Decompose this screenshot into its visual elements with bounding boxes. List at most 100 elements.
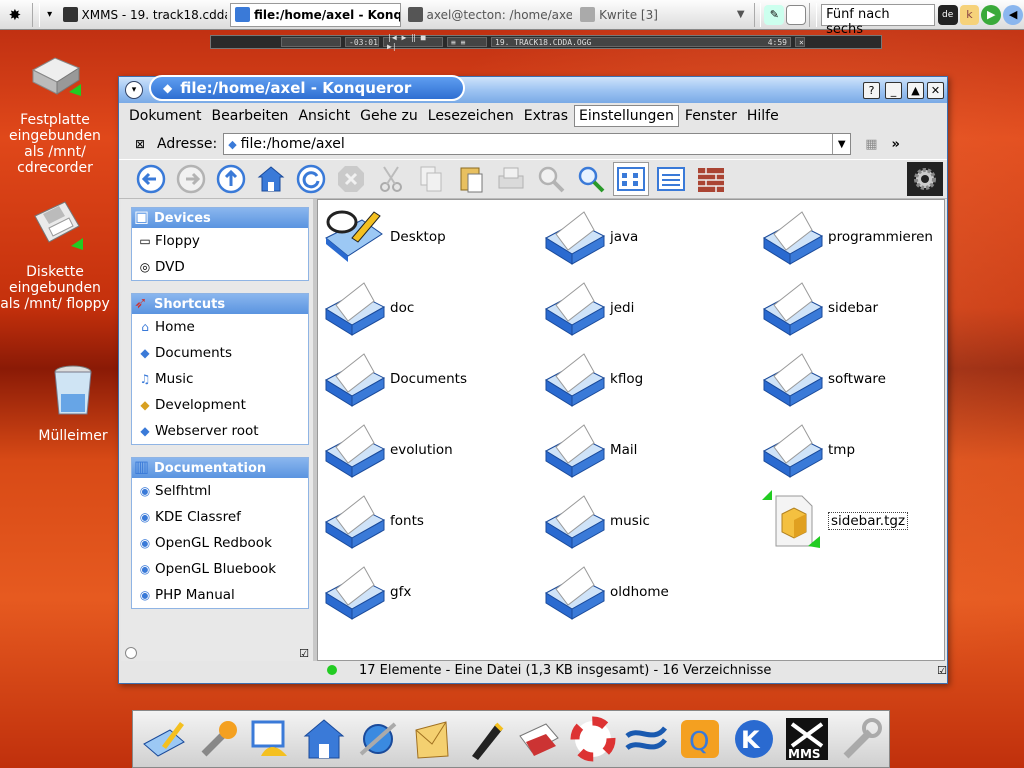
dock-launcher[interactable]: K: [728, 713, 780, 765]
menu-dokument[interactable]: Dokument: [125, 106, 206, 126]
window-menu-icon[interactable]: ▾: [125, 81, 143, 99]
task-terminal[interactable]: axel@tecton: /home/axel: [403, 3, 574, 27]
task-konqueror[interactable]: file:/home/axel - Konque: [230, 2, 401, 27]
reload-button[interactable]: [293, 162, 329, 196]
xmms-volume-slider[interactable]: [281, 37, 341, 47]
volume-icon[interactable]: ◀: [1003, 4, 1023, 25]
menu-gehe-zu[interactable]: Gehe zu: [356, 106, 422, 126]
dock-launcher[interactable]: [620, 713, 672, 765]
dock-launcher[interactable]: [567, 713, 619, 765]
sidebar-item-documents[interactable]: ◆ Documents: [132, 340, 308, 366]
icon-view-button[interactable]: [613, 162, 649, 196]
file-item[interactable]: gfx: [322, 559, 411, 625]
dock-launcher[interactable]: [298, 713, 350, 765]
menu-ansicht[interactable]: Ansicht: [294, 106, 354, 126]
xmms-controls[interactable]: |◀ ▶ ‖ ■ ▶|: [383, 33, 443, 51]
file-item[interactable]: sidebar.tgz: [760, 488, 909, 554]
file-item[interactable]: Desktop: [322, 204, 446, 270]
file-item[interactable]: tmp: [760, 417, 855, 483]
k-menu-icon[interactable]: ✸: [0, 1, 30, 29]
menu-einstellungen[interactable]: Einstellungen: [574, 105, 679, 127]
title-bar[interactable]: ▾ ◆ file:/home/axel - Konqueror ? _ ▲ ✕: [119, 75, 947, 103]
chevron-down-icon[interactable]: ▼: [737, 9, 745, 20]
file-item[interactable]: Documents: [322, 346, 467, 412]
task-kwrite[interactable]: Kwrite [3] ▼: [575, 3, 749, 27]
dock-launcher[interactable]: [137, 713, 189, 765]
xmms-close-icon[interactable]: ×: [795, 37, 805, 47]
dock-launcher[interactable]: [244, 713, 296, 765]
menu-hilfe[interactable]: Hilfe: [743, 106, 783, 126]
file-item[interactable]: kflog: [542, 346, 643, 412]
copy-button[interactable]: [413, 162, 449, 196]
help-icon[interactable]: ?: [863, 82, 880, 99]
stop-button[interactable]: [333, 162, 369, 196]
firewall-button[interactable]: [693, 162, 729, 196]
file-item[interactable]: jedi: [542, 275, 634, 341]
sidebar-item-music[interactable]: ♫ Music: [132, 366, 308, 392]
file-item[interactable]: music: [542, 488, 650, 554]
home-button[interactable]: [253, 162, 289, 196]
dock-launcher[interactable]: MMS: [782, 713, 834, 765]
link-view-checkbox[interactable]: ☑: [937, 664, 947, 677]
address-input[interactable]: ◆ file:/home/axel ▼: [223, 133, 852, 155]
file-item[interactable]: evolution: [322, 417, 453, 483]
dock-launcher[interactable]: [835, 713, 887, 765]
file-item[interactable]: software: [760, 346, 886, 412]
file-item[interactable]: programmieren: [760, 204, 933, 270]
task-xmms[interactable]: XMMS - 19. track18.cdda.o: [58, 3, 229, 27]
keyboard-layout-icon[interactable]: de: [937, 4, 958, 25]
list-view-button[interactable]: [653, 162, 689, 196]
sidebar-item-opengl-redbook[interactable]: ◉ OpenGL Redbook: [132, 530, 308, 556]
menu-extras[interactable]: Extras: [520, 106, 572, 126]
menu-fenster[interactable]: Fenster: [681, 106, 741, 126]
dock-launcher[interactable]: [191, 713, 243, 765]
dock-launcher[interactable]: [352, 713, 404, 765]
xmms-eq-button[interactable]: ≡ ≡: [447, 37, 487, 47]
paste-button[interactable]: [453, 162, 489, 196]
sidebar-item-floppy[interactable]: ▭ Floppy: [132, 228, 308, 254]
clock-text[interactable]: Fünf nach sechs: [821, 3, 935, 37]
sidebar-item-home[interactable]: ⌂ Home: [132, 314, 308, 340]
sidebar-group-header[interactable]: ➶ Shortcuts: [132, 293, 308, 314]
desktop-icon-harddisk[interactable]: Festplatte eingebunden als /mnt/ cdrecor…: [0, 44, 110, 176]
sidebar-item-php-manual[interactable]: ◉ PHP Manual: [132, 582, 308, 608]
sidebar-item-selfhtml[interactable]: ◉ Selfhtml: [132, 478, 308, 504]
sidebar-group-header[interactable]: ▥ Documentation: [132, 457, 308, 478]
more-icon[interactable]: »: [892, 137, 900, 152]
file-view[interactable]: Desktop java programmieren doc jedi sidebar Do…: [317, 199, 945, 661]
maximize-icon[interactable]: ▲: [907, 82, 924, 99]
file-item[interactable]: oldhome: [542, 559, 669, 625]
activity-button[interactable]: [907, 162, 943, 196]
file-item[interactable]: fonts: [322, 488, 424, 554]
menu-bearbeiten[interactable]: Bearbeiten: [208, 106, 293, 126]
zoom-in-button[interactable]: [533, 162, 569, 196]
sidebar-item-webserver[interactable]: ◆ Webserver root: [132, 418, 308, 444]
close-icon[interactable]: ✕: [927, 82, 944, 99]
desktop-icon-floppy[interactable]: Diskette eingebunden als /mnt/ floppy: [0, 196, 110, 312]
desktop-icon-trash[interactable]: Mülleimer: [18, 360, 128, 444]
sidebar-item-opengl-bluebook[interactable]: ◉ OpenGL Bluebook: [132, 556, 308, 582]
dock-launcher[interactable]: [459, 713, 511, 765]
minimize-icon[interactable]: _: [885, 82, 902, 99]
dock-launcher[interactable]: [513, 713, 565, 765]
file-item[interactable]: java: [542, 204, 638, 270]
up-button[interactable]: [213, 162, 249, 196]
print-button[interactable]: [493, 162, 529, 196]
kdict-icon[interactable]: k: [959, 4, 980, 25]
sidebar-item-kde-classref[interactable]: ◉ KDE Classref: [132, 504, 308, 530]
sidebar-item-development[interactable]: ◆ Development: [132, 392, 308, 418]
dock-launcher[interactable]: [406, 713, 458, 765]
dock-launcher[interactable]: Q: [674, 713, 726, 765]
cut-button[interactable]: [373, 162, 409, 196]
file-item[interactable]: doc: [322, 275, 414, 341]
pen-icon[interactable]: ✎: [764, 4, 785, 25]
go-icon[interactable]: ▦: [865, 137, 877, 152]
clipboard-icon[interactable]: [786, 4, 807, 25]
file-item[interactable]: sidebar: [760, 275, 878, 341]
sidebar-item-dvd[interactable]: ◎ DVD: [132, 254, 308, 280]
play-icon[interactable]: ▶: [981, 4, 1002, 25]
xmms-player-bar[interactable]: -03:01 |◀ ▶ ‖ ■ ▶| ≡ ≡ 19. TRACK18.CDDA.…: [210, 33, 882, 51]
sidebar-group-header[interactable]: ▣ Devices: [132, 207, 308, 228]
sidebar-link-checkbox[interactable]: ☑: [299, 647, 309, 660]
menu-lesezeichen[interactable]: Lesezeichen: [424, 106, 518, 126]
